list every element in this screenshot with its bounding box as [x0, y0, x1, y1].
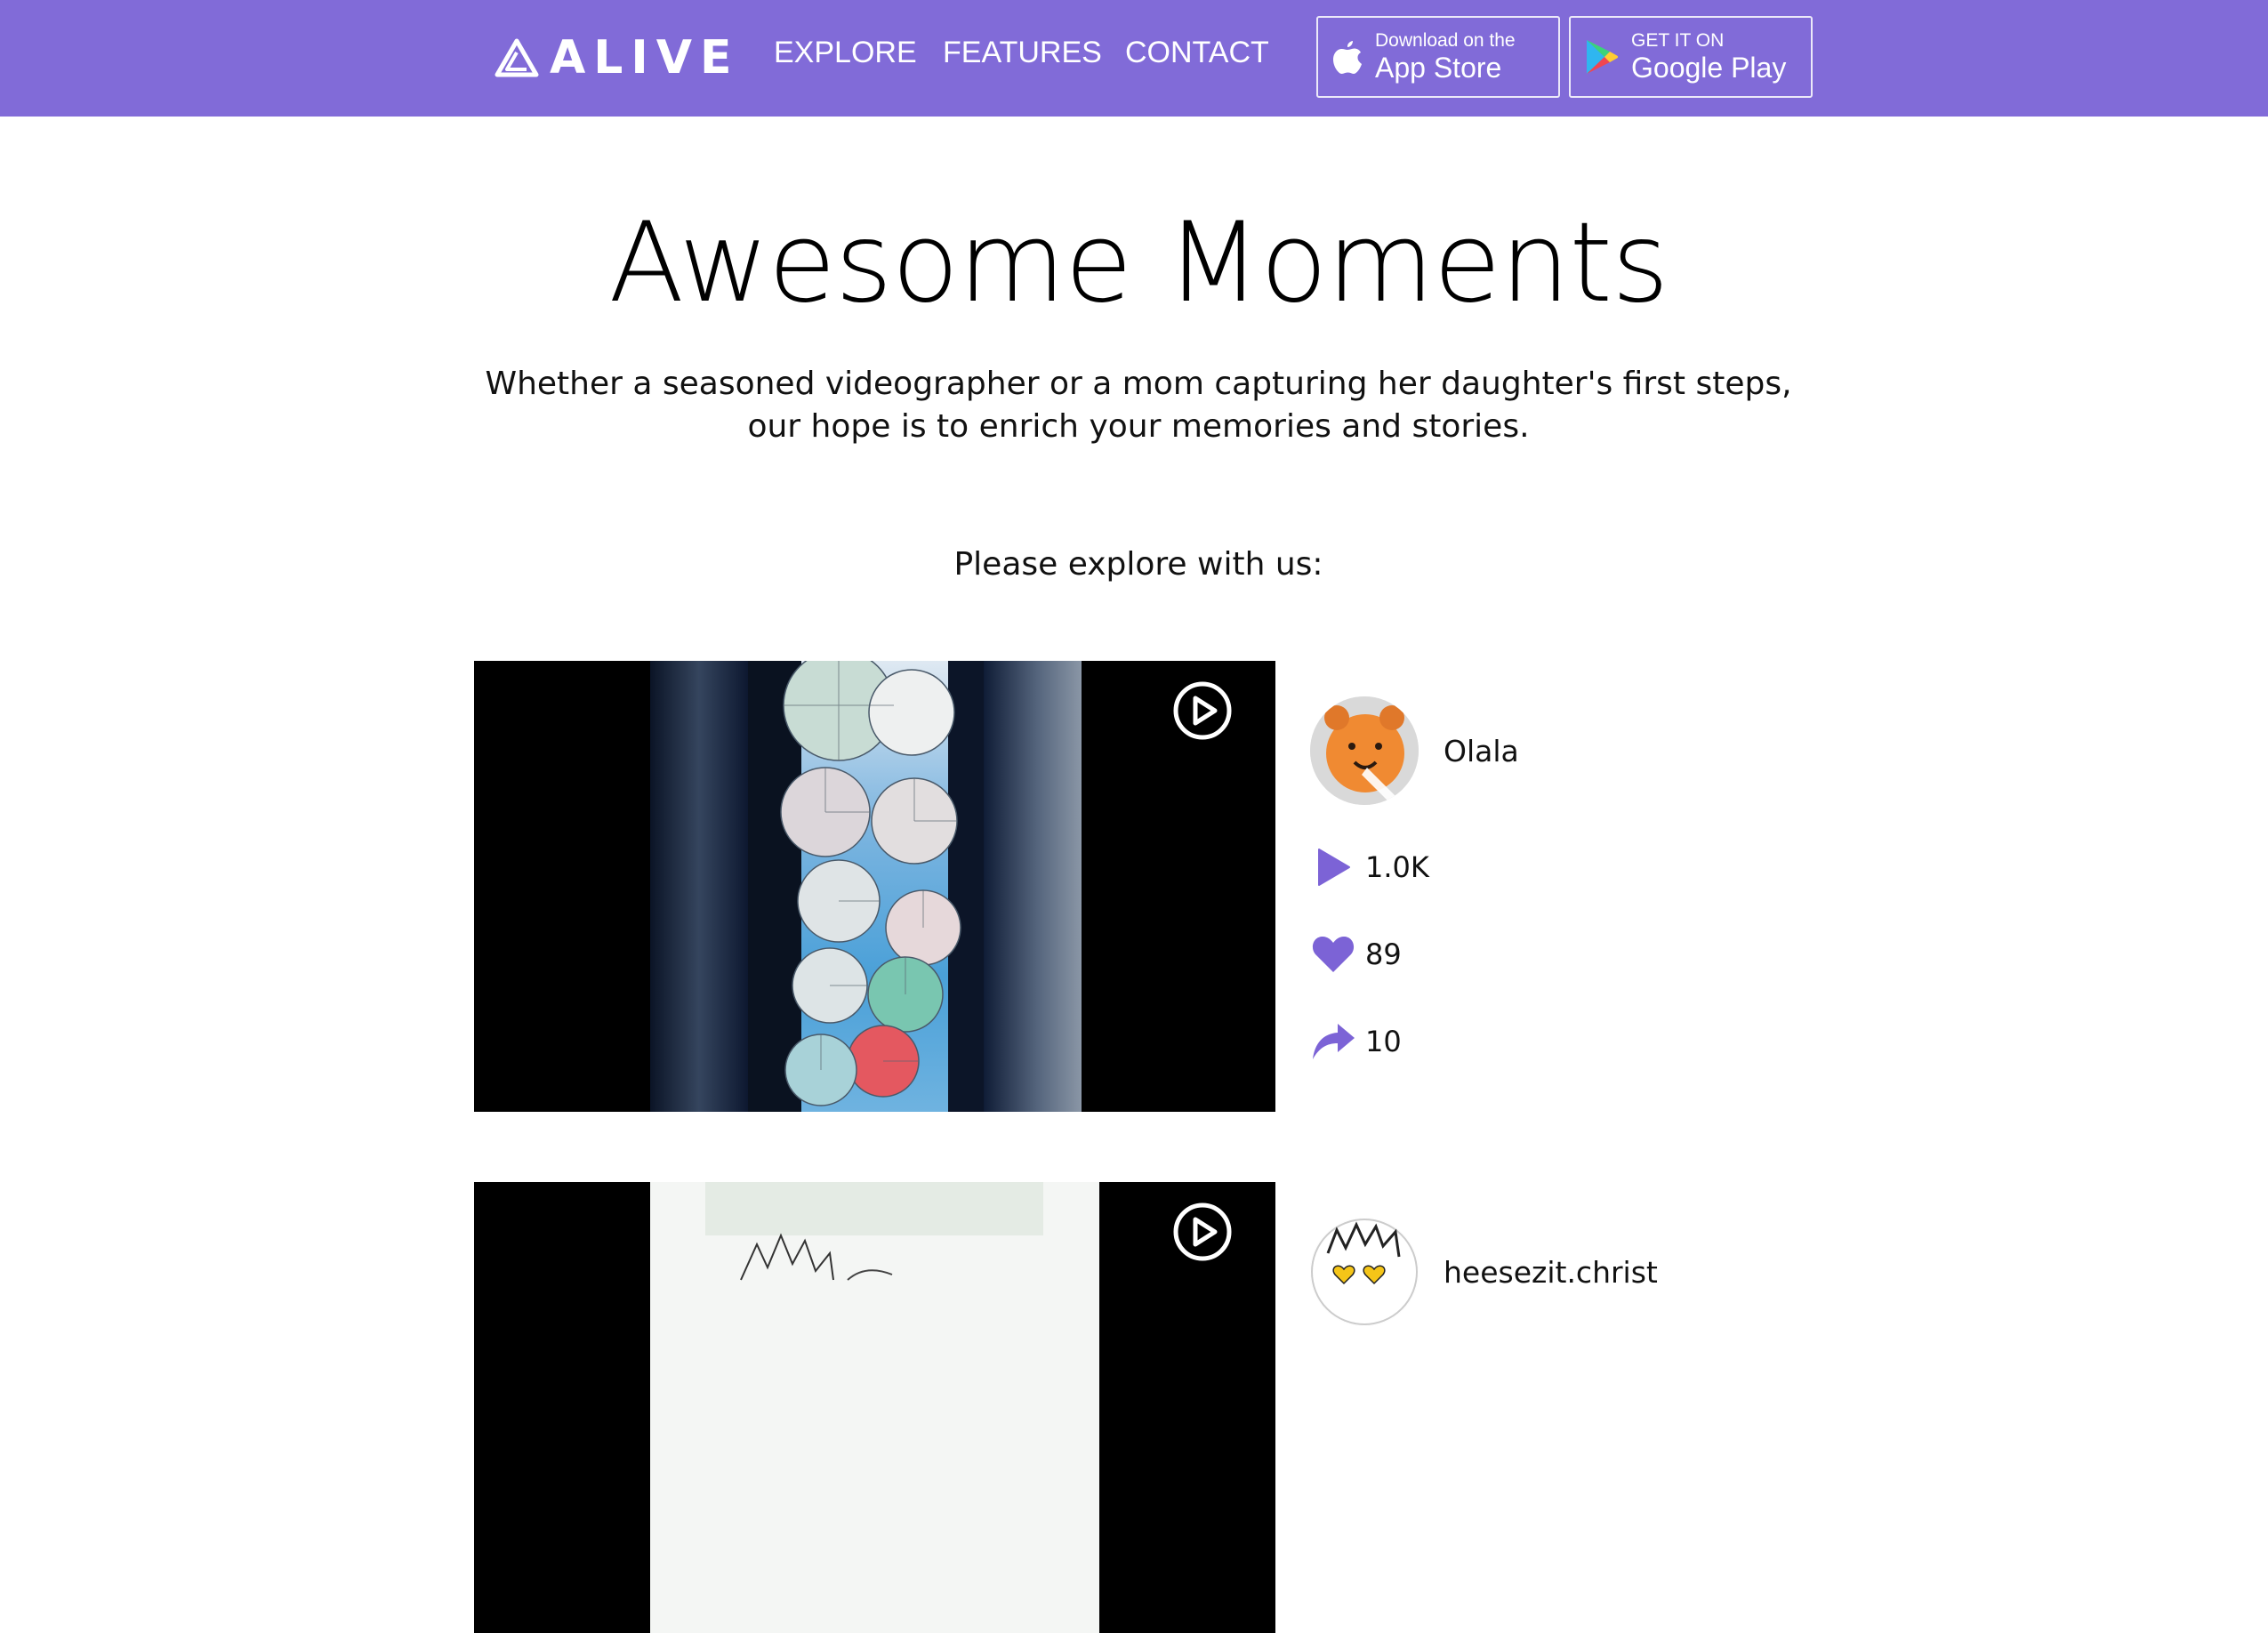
- logo-icon: [495, 38, 539, 77]
- username[interactable]: heesezit.christ: [1444, 1255, 1658, 1290]
- explore-prompt: Please explore with us:: [953, 546, 1323, 583]
- page-title: Awesome Moments: [608, 199, 1669, 327]
- google-play-icon: [1585, 38, 1619, 76]
- apple-icon: [1332, 39, 1363, 75]
- share-count-value: 10: [1365, 1025, 1402, 1058]
- like-count-value: 89: [1365, 937, 1402, 971]
- post-meta: heesezit.christ: [1310, 1218, 1666, 1326]
- hero-subtitle-line-1: Whether a seasoned videographer or a mom…: [485, 366, 1792, 402]
- google-play-button[interactable]: GET IT ON Google Play: [1569, 16, 1813, 98]
- avatar-image: [1310, 696, 1419, 805]
- nav-features[interactable]: FEATURES: [943, 37, 1102, 68]
- username[interactable]: Olala: [1444, 734, 1519, 768]
- play-icon: [1310, 844, 1356, 890]
- play-count: 1.0K: [1310, 843, 1429, 891]
- google-play-small-label: GET IT ON: [1631, 29, 1725, 51]
- play-circle-icon[interactable]: [1172, 1202, 1233, 1262]
- brand-name: ALIVE: [550, 31, 740, 84]
- nav-explore[interactable]: EXPLORE: [774, 37, 917, 68]
- video-player[interactable]: [474, 1182, 1275, 1633]
- share-count[interactable]: 10: [1310, 1018, 1402, 1066]
- video-player[interactable]: [474, 661, 1275, 1112]
- post-meta: Olala 1.0K 89 10: [1310, 696, 1666, 1070]
- video-thumbnail: [474, 1182, 1275, 1633]
- app-store-big-label: App Store: [1375, 51, 1502, 84]
- top-nav: ALIVE EXPLORE FEATURES CONTACT Download …: [0, 0, 2268, 117]
- avatar[interactable]: [1310, 1218, 1419, 1326]
- google-play-big-label: Google Play: [1631, 51, 1787, 84]
- heart-icon[interactable]: [1310, 931, 1356, 977]
- avatar[interactable]: [1310, 696, 1419, 805]
- video-thumbnail: [474, 661, 1275, 1112]
- hero-subtitle-line-2: our hope is to enrich your memories and …: [747, 408, 1530, 445]
- avatar-image: [1310, 1218, 1419, 1326]
- app-store-small-label: Download on the: [1375, 29, 1516, 51]
- app-store-button[interactable]: Download on the App Store: [1316, 16, 1560, 98]
- brand-logo[interactable]: ALIVE: [495, 34, 740, 82]
- hero-subtitle: Whether a seasoned videographer or a mom…: [0, 363, 2268, 448]
- play-count-value: 1.0K: [1365, 850, 1429, 884]
- share-icon[interactable]: [1310, 1018, 1356, 1065]
- nav-contact[interactable]: CONTACT: [1125, 37, 1269, 68]
- play-circle-icon[interactable]: [1172, 680, 1233, 741]
- like-count[interactable]: 89: [1310, 930, 1402, 978]
